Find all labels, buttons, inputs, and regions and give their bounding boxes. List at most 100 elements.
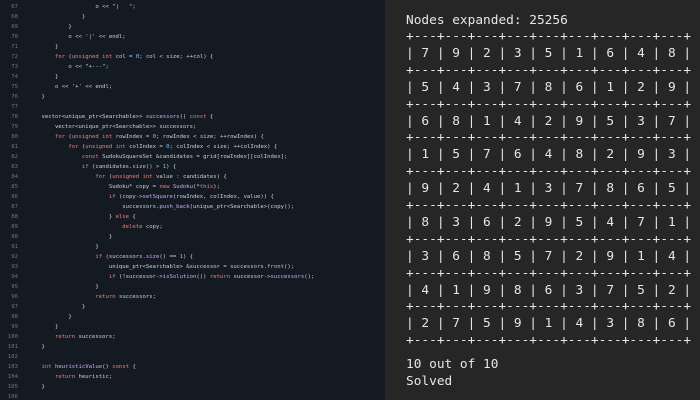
line-number: 79 — [11, 124, 18, 130]
code-line[interactable]: 88 } else { — [0, 212, 385, 222]
code-line[interactable]: 72 for (unsigned int col = 0; col < size… — [0, 52, 385, 62]
code-text: unique_ptr<Searchable> &successor = succ… — [28, 264, 295, 270]
code-line[interactable]: 100 return successors; — [0, 332, 385, 342]
line-number: 102 — [7, 354, 18, 360]
code-line[interactable]: 93 unique_ptr<Searchable> &successor = s… — [0, 262, 385, 272]
solved-count-text: 10 out of 10 — [406, 357, 499, 372]
line-number: 69 — [11, 24, 18, 30]
code-text: return successors; — [54, 334, 116, 340]
grid-separator: +---+---+---+---+---+---+---+---+---+ — [406, 62, 692, 78]
code-text: } — [28, 324, 59, 330]
code-line[interactable]: 68 } — [0, 12, 385, 22]
code-text: return successors; — [95, 294, 156, 300]
line-number: 72 — [11, 54, 18, 60]
line-number: 99 — [11, 324, 18, 330]
line-number: 94 — [11, 274, 18, 280]
grid-row: | 2 | 7 | 5 | 9 | 1 | 4 | 3 | 8 | 6 | — [406, 316, 692, 332]
line-number: 75 — [11, 84, 18, 90]
code-line[interactable]: 105 } — [0, 382, 385, 392]
code-line[interactable]: 104 return heuristic; — [0, 372, 385, 382]
code-line[interactable]: 91 } — [0, 242, 385, 252]
code-text: } — [28, 74, 59, 80]
code-text: o << "| "; — [28, 4, 136, 10]
code-text: for (unsigned int value : candidates) { — [95, 174, 227, 180]
code-line[interactable]: 78 vector<unique_ptr<Searchable>> succes… — [0, 112, 385, 122]
code-line[interactable]: 80 for (unsigned int rowIndex = 0; rowIn… — [0, 132, 385, 142]
code-line[interactable]: 89 delete copy; — [0, 222, 385, 232]
code-line[interactable]: 103 int heuristicValue() const { — [0, 362, 385, 372]
line-number: 86 — [11, 194, 18, 200]
code-text: } — [28, 304, 86, 310]
line-number: 78 — [11, 114, 18, 120]
grid-separator: +---+---+---+---+---+---+---+---+---+ — [406, 299, 692, 315]
code-text: if (copy->setSquare(rowIndex, colIndex, … — [108, 194, 274, 200]
code-line[interactable]: 102 — [0, 352, 385, 362]
line-number: 106 — [7, 394, 18, 400]
line-number: 88 — [11, 214, 18, 220]
code-line[interactable]: 79 vector<unique_ptr<Searchable>> succes… — [0, 122, 385, 132]
code-line[interactable]: 74 } — [0, 72, 385, 82]
code-text: } — [28, 14, 86, 20]
line-number: 70 — [11, 34, 18, 40]
code-text: } — [28, 314, 72, 320]
line-number: 85 — [11, 184, 18, 190]
code-line[interactable]: 83 if (candidates.size() > 1) { — [0, 162, 385, 172]
code-text: const SudokuSquareSet &candidates = grid… — [81, 154, 288, 160]
code-line[interactable]: 98 } — [0, 312, 385, 322]
code-text: int heuristicValue() const { — [41, 364, 136, 370]
code-line[interactable]: 94 if (!successor->isSolution()) return … — [0, 272, 385, 282]
code-line[interactable]: 69 } — [0, 22, 385, 32]
line-number: 67 — [11, 4, 18, 10]
code-line[interactable]: 92 if (successors.size() == 1) { — [0, 252, 385, 262]
code-line[interactable]: 87 successors.push_back(unique_ptr<Searc… — [0, 202, 385, 212]
code-text: } — [28, 234, 113, 240]
line-number: 100 — [7, 334, 18, 340]
code-text: vector<unique_ptr<Searchable>> successor… — [28, 114, 214, 120]
line-number: 83 — [11, 164, 18, 170]
code-line[interactable]: 71 } — [0, 42, 385, 52]
code-line[interactable]: 81 for (unsigned int colIndex = 0; colIn… — [0, 142, 385, 152]
line-number: 92 — [11, 254, 18, 260]
code-line[interactable]: 106 — [0, 392, 385, 400]
code-text: } — [28, 284, 99, 290]
line-number: 104 — [7, 374, 18, 380]
code-line[interactable]: 96 return successors; — [0, 292, 385, 302]
code-line[interactable]: 82 const SudokuSquareSet &candidates = g… — [0, 152, 385, 162]
grid-separator: +---+---+---+---+---+---+---+---+---+ — [406, 265, 692, 281]
code-text: o << '+' << endl; — [28, 84, 113, 90]
grid-row: | 6 | 8 | 1 | 4 | 2 | 9 | 5 | 3 | 7 | — [406, 113, 692, 129]
grid-row: | 4 | 1 | 9 | 8 | 6 | 3 | 7 | 5 | 2 | — [406, 282, 692, 298]
line-number: 74 — [11, 74, 18, 80]
terminal-output[interactable]: Nodes expanded: 25256 +---+---+---+---+-… — [385, 0, 700, 400]
code-text: } — [28, 24, 72, 30]
grid-separator: +---+---+---+---+---+---+---+---+---+ — [406, 231, 692, 247]
code-line[interactable]: 99 } — [0, 322, 385, 332]
code-line[interactable]: 90 } — [0, 232, 385, 242]
grid-separator: +---+---+---+---+---+---+---+---+---+ — [406, 130, 692, 146]
code-line[interactable]: 85 Sudoku* copy = new Sudoku(*this); — [0, 182, 385, 192]
code-line[interactable]: 73 o << "+---"; — [0, 62, 385, 72]
code-text: } — [28, 94, 45, 100]
code-line[interactable]: 75 o << '+' << endl; — [0, 82, 385, 92]
code-line[interactable]: 84 for (unsigned int value : candidates)… — [0, 172, 385, 182]
code-text: if (successors.size() == 1) { — [95, 254, 194, 260]
code-line[interactable]: 101 } — [0, 342, 385, 352]
code-text: for (unsigned int colIndex = 0; colIndex… — [68, 144, 278, 150]
code-text: Sudoku* copy = new Sudoku(*this); — [28, 184, 221, 190]
line-number: 93 — [11, 264, 18, 270]
grid-separator: +---+---+---+---+---+---+---+---+---+ — [406, 29, 692, 44]
code-editor[interactable]: 67 o << "| "; 68 } 69 } 70 o << '|' << endl… — [0, 0, 385, 400]
code-line[interactable]: 70 o << '|' << endl; — [0, 32, 385, 42]
grid-separator: +---+---+---+---+---+---+---+---+---+ — [406, 96, 692, 112]
nodes-expanded-text: Nodes expanded: 25256 — [406, 13, 568, 28]
code-line[interactable]: 67 o << "| "; — [0, 2, 385, 12]
code-line[interactable]: 86 if (copy->setSquare(rowIndex, colInde… — [0, 192, 385, 202]
code-line[interactable]: 95 } — [0, 282, 385, 292]
code-line[interactable]: 97 } — [0, 302, 385, 312]
code-text: successors.push_back(unique_ptr<Searchab… — [28, 204, 295, 210]
code-line[interactable]: 77 — [0, 102, 385, 112]
line-number: 87 — [11, 204, 18, 210]
line-number: 82 — [11, 154, 18, 160]
line-number: 91 — [11, 244, 18, 250]
code-line[interactable]: 76 } — [0, 92, 385, 102]
